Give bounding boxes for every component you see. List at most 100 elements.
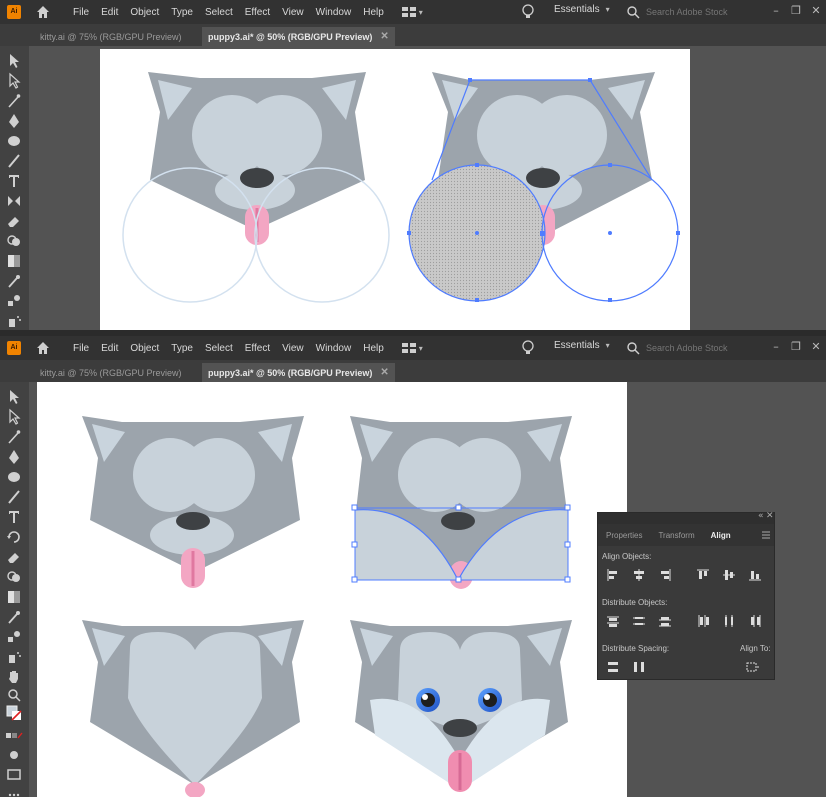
tab-transform[interactable]: Transform xyxy=(650,531,702,540)
menu-help[interactable]: Help xyxy=(357,343,390,354)
search-input[interactable] xyxy=(646,343,746,353)
color-mode-buttons[interactable] xyxy=(5,727,23,745)
distribute-vcenter-button[interactable] xyxy=(632,614,646,628)
tab-properties[interactable]: Properties xyxy=(598,531,650,540)
zoom-tool[interactable] xyxy=(5,686,23,704)
blend-tool[interactable] xyxy=(5,628,23,646)
shape-builder-tool[interactable] xyxy=(5,568,23,586)
tab-align[interactable]: Align xyxy=(703,531,739,540)
align-to-selection-button[interactable] xyxy=(746,660,760,674)
align-vertical-center-button[interactable] xyxy=(722,568,736,582)
symbol-sprayer-tool[interactable] xyxy=(5,312,23,330)
magic-wand-tool[interactable] xyxy=(5,92,23,110)
distribute-bottom-button[interactable] xyxy=(658,614,672,628)
menu-select[interactable]: Select xyxy=(199,7,239,18)
blend-tool[interactable] xyxy=(5,292,23,310)
type-tool[interactable] xyxy=(5,172,23,190)
gradient-tool[interactable] xyxy=(5,588,23,606)
search-input[interactable] xyxy=(646,7,746,17)
tab-puppy3[interactable]: puppy3.ai* @ 50% (RGB/GPU Preview) ✕ xyxy=(202,27,395,46)
eyedropper-tool[interactable] xyxy=(5,608,23,626)
restore-icon[interactable]: ❐ xyxy=(788,339,804,355)
screen-mode-button[interactable] xyxy=(5,766,23,784)
align-bottom-button[interactable] xyxy=(748,568,762,582)
ellipse-tool[interactable] xyxy=(5,468,23,486)
arrange-documents-button[interactable]: ▾ xyxy=(401,7,423,17)
menu-edit[interactable]: Edit xyxy=(95,343,124,354)
reflect-tool[interactable] xyxy=(5,192,23,210)
workspace-switcher[interactable]: Essentials ▾ xyxy=(554,4,610,15)
selection-tool[interactable] xyxy=(5,388,23,406)
menu-view[interactable]: View xyxy=(276,7,310,18)
menu-object[interactable]: Object xyxy=(124,343,165,354)
direct-selection-tool[interactable] xyxy=(5,408,23,426)
menu-view[interactable]: View xyxy=(276,343,310,354)
tab-kitty[interactable]: kitty.ai @ 75% (RGB/GPU Preview) xyxy=(34,27,188,46)
shape-builder-tool[interactable] xyxy=(5,232,23,250)
ellipse-tool[interactable] xyxy=(5,132,23,150)
home-icon[interactable] xyxy=(35,4,51,20)
distribute-hcenter-button[interactable] xyxy=(722,614,736,628)
close-icon[interactable]: ✕ xyxy=(380,31,388,42)
menu-select[interactable]: Select xyxy=(199,343,239,354)
panel-header[interactable]: « ✕ xyxy=(598,511,774,524)
minimize-icon[interactable]: – xyxy=(768,339,784,355)
drawing-mode-button[interactable] xyxy=(5,746,23,764)
stock-search[interactable] xyxy=(626,4,756,20)
close-icon[interactable]: ✕ xyxy=(808,3,824,19)
arrange-documents-button[interactable]: ▾ xyxy=(401,343,423,353)
restore-icon[interactable]: ❐ xyxy=(788,3,804,19)
rotate-tool[interactable] xyxy=(5,528,23,546)
menu-help[interactable]: Help xyxy=(357,7,390,18)
stock-search[interactable] xyxy=(626,340,756,356)
pen-tool[interactable] xyxy=(5,448,23,466)
workspace-switcher[interactable]: Essentials ▾ xyxy=(554,340,610,351)
selection-tool[interactable] xyxy=(5,52,23,70)
minimize-icon[interactable]: – xyxy=(768,3,784,19)
type-tool[interactable] xyxy=(5,508,23,526)
menu-window[interactable]: Window xyxy=(310,7,358,18)
eraser-tool[interactable] xyxy=(5,548,23,566)
align-right-button[interactable] xyxy=(658,568,672,582)
brush-tool[interactable] xyxy=(5,488,23,506)
edit-toolbar-button[interactable] xyxy=(5,786,23,797)
menu-file[interactable]: File xyxy=(67,343,95,354)
menu-effect[interactable]: Effect xyxy=(239,343,276,354)
menu-edit[interactable]: Edit xyxy=(95,7,124,18)
menu-file[interactable]: File xyxy=(67,7,95,18)
horizontal-spacing-button[interactable] xyxy=(632,660,646,674)
align-top-button[interactable] xyxy=(696,568,710,582)
magic-wand-tool[interactable] xyxy=(5,428,23,446)
tab-puppy3[interactable]: puppy3.ai* @ 50% (RGB/GPU Preview) ✕ xyxy=(202,363,395,382)
close-icon[interactable]: ✕ xyxy=(766,511,774,521)
direct-selection-tool[interactable] xyxy=(5,72,23,90)
distribute-left-button[interactable] xyxy=(696,614,710,628)
gradient-tool[interactable] xyxy=(5,252,23,270)
artboard-bottom[interactable] xyxy=(37,382,627,797)
artboard-top[interactable] xyxy=(100,49,690,330)
collapse-icon[interactable]: « xyxy=(758,511,764,521)
menu-effect[interactable]: Effect xyxy=(239,7,276,18)
align-left-button[interactable] xyxy=(606,568,620,582)
hand-tool[interactable] xyxy=(5,668,23,686)
lightbulb-icon[interactable] xyxy=(521,340,535,356)
menu-object[interactable]: Object xyxy=(124,7,165,18)
symbol-sprayer-tool[interactable] xyxy=(5,648,23,666)
distribute-top-button[interactable] xyxy=(606,614,620,628)
menu-window[interactable]: Window xyxy=(310,343,358,354)
eyedropper-tool[interactable] xyxy=(5,272,23,290)
lightbulb-icon[interactable] xyxy=(521,4,535,20)
home-icon[interactable] xyxy=(35,340,51,356)
eraser-tool[interactable] xyxy=(5,212,23,230)
menu-type[interactable]: Type xyxy=(165,343,199,354)
tab-kitty[interactable]: kitty.ai @ 75% (RGB/GPU Preview) xyxy=(34,363,188,382)
close-icon[interactable]: ✕ xyxy=(380,367,388,378)
fill-stroke-swatch[interactable] xyxy=(5,704,23,722)
pen-tool[interactable] xyxy=(5,112,23,130)
menu-type[interactable]: Type xyxy=(165,7,199,18)
align-horizontal-center-button[interactable] xyxy=(632,568,646,582)
close-icon[interactable]: ✕ xyxy=(808,339,824,355)
panel-menu-icon[interactable] xyxy=(762,531,770,539)
distribute-right-button[interactable] xyxy=(748,614,762,628)
vertical-spacing-button[interactable] xyxy=(606,660,620,674)
